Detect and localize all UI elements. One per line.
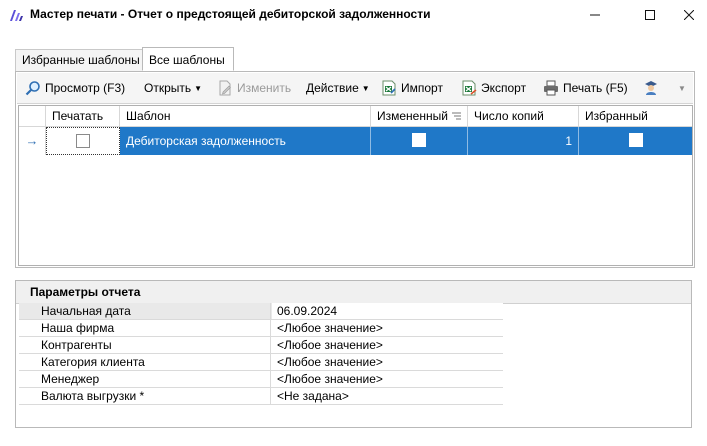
edit-label: Изменить — [237, 81, 292, 95]
column-header-favorite[interactable]: Избранный — [579, 106, 692, 127]
param-name: Контрагенты — [19, 337, 271, 353]
print-label: Печать (F5) — [563, 81, 628, 95]
close-button[interactable] — [666, 0, 707, 30]
tab-favorite-templates[interactable]: Избранные шаблоны — [15, 49, 143, 71]
copies-cell[interactable]: 1 — [468, 127, 579, 155]
print-checkbox[interactable] — [76, 134, 90, 148]
row-arrow-icon: → — [19, 127, 46, 155]
preview-button[interactable]: Просмотр (F3) — [25, 79, 125, 97]
excel-export-icon — [461, 80, 477, 96]
wizard-button[interactable] — [643, 79, 663, 97]
param-value[interactable]: <Любое значение> — [277, 354, 383, 370]
favorite-checkbox[interactable] — [629, 133, 643, 147]
tab-all-templates[interactable]: Все шаблоны — [142, 47, 234, 71]
parameters-header: Параметры отчета — [16, 281, 691, 304]
open-label: Открыть — [144, 81, 192, 95]
template-name-cell[interactable]: Дебиторская задолженность — [120, 127, 371, 155]
templates-grid: Печатать Шаблон Измененный Число копий И… — [18, 105, 693, 266]
export-label: Экспорт — [481, 81, 527, 95]
close-icon — [683, 10, 694, 20]
param-row[interactable]: Начальная дата 06.09.2024 — [19, 303, 503, 320]
maximize-icon — [644, 10, 655, 20]
templates-panel: Просмотр (F3) Открыть ▼ Изменить Действи… — [15, 71, 695, 268]
parameters-title: Параметры отчета — [30, 285, 141, 299]
param-name: Наша фирма — [19, 320, 271, 336]
toolbar-overflow-button[interactable]: ▼ — [678, 79, 686, 97]
param-name: Начальная дата — [19, 303, 271, 319]
modified-checkbox[interactable] — [412, 133, 426, 147]
import-button[interactable]: Импорт — [381, 79, 443, 97]
action-label: Действие — [306, 81, 359, 95]
action-dropdown[interactable]: Действие ▼ — [306, 79, 370, 97]
param-value[interactable]: 06.09.2024 — [277, 303, 337, 319]
excel-import-icon — [381, 80, 397, 96]
table-row[interactable]: → Дебиторская задолженность 1 — [19, 127, 692, 155]
chevron-down-icon: ▼ — [361, 83, 370, 93]
minimize-icon — [589, 14, 600, 16]
param-row[interactable]: Наша фирма <Любое значение> — [19, 320, 503, 337]
app-logo-icon — [10, 10, 23, 21]
favorite-checkbox-cell[interactable] — [579, 127, 692, 155]
minimize-button[interactable] — [572, 0, 617, 30]
param-row[interactable]: Валюта выгрузки * <Не задана> — [19, 388, 503, 405]
title-bar: Мастер печати - Отчет о предстоящей деби… — [0, 0, 707, 30]
param-name: Категория клиента — [19, 354, 271, 370]
param-name: Менеджер — [19, 371, 271, 387]
param-value[interactable]: <Любое значение> — [277, 320, 383, 336]
preview-label: Просмотр (F3) — [45, 81, 126, 95]
toolbar: Просмотр (F3) Открыть ▼ Изменить Действи… — [17, 73, 693, 104]
print-checkbox-cell[interactable] — [46, 127, 120, 155]
column-header-modified[interactable]: Измененный — [371, 106, 468, 127]
param-value[interactable]: <Любое значение> — [277, 337, 383, 353]
column-header-template[interactable]: Шаблон — [120, 106, 371, 127]
row-indicator-header — [19, 106, 46, 127]
report-parameters-panel: Параметры отчета Начальная дата 06.09.20… — [15, 280, 692, 428]
print-button[interactable]: Печать (F5) — [543, 79, 628, 97]
param-row[interactable]: Контрагенты <Любое значение> — [19, 337, 503, 354]
edit-document-icon — [217, 80, 233, 96]
filter-icon — [452, 112, 461, 120]
edit-button[interactable]: Изменить — [217, 79, 291, 97]
chevron-down-icon: ▼ — [194, 83, 203, 93]
param-value[interactable]: <Не задана> — [277, 388, 349, 404]
import-label: Импорт — [401, 81, 443, 95]
magnifier-icon — [25, 80, 41, 96]
param-value[interactable]: <Любое значение> — [277, 371, 383, 387]
graduate-user-icon — [643, 80, 659, 96]
column-header-copies[interactable]: Число копий — [468, 106, 579, 127]
param-name: Валюта выгрузки * — [19, 388, 271, 404]
modified-checkbox-cell[interactable] — [371, 127, 468, 155]
param-row[interactable]: Менеджер <Любое значение> — [19, 371, 503, 388]
column-header-modified-label: Измененный — [377, 109, 448, 123]
column-header-print[interactable]: Печатать — [46, 106, 120, 127]
export-button[interactable]: Экспорт — [461, 79, 526, 97]
open-dropdown[interactable]: Открыть ▼ — [144, 79, 202, 97]
param-row[interactable]: Категория клиента <Любое значение> — [19, 354, 503, 371]
window-title: Мастер печати - Отчет о предстоящей деби… — [30, 7, 431, 21]
printer-icon — [543, 80, 559, 96]
chevron-down-icon: ▼ — [678, 83, 686, 93]
